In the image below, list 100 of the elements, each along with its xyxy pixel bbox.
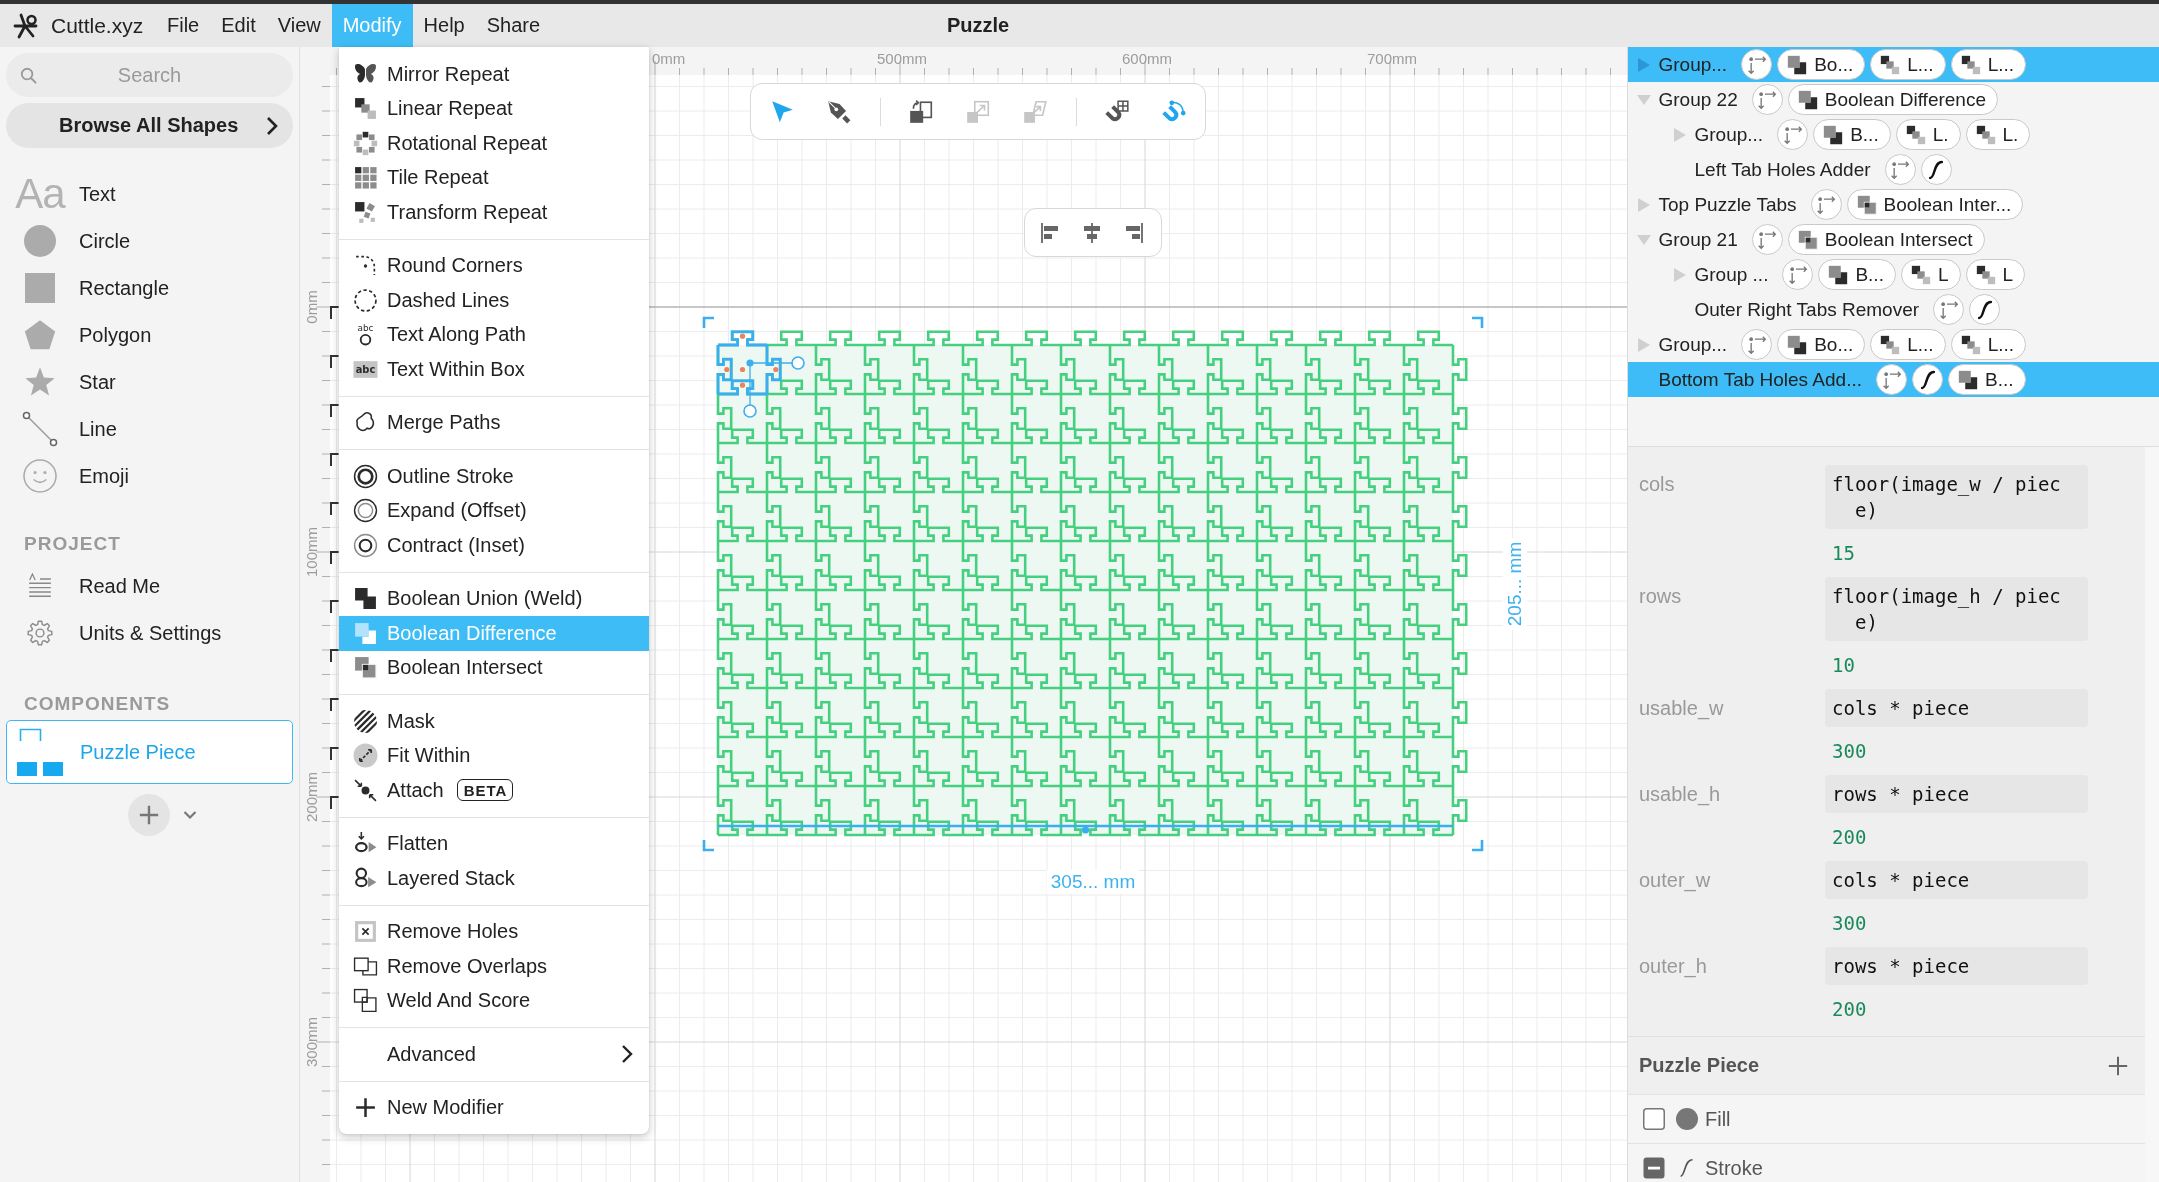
- menu-item[interactable]: Dashed Lines: [339, 283, 649, 318]
- menu-button[interactable]: File: [156, 4, 211, 47]
- menu-item[interactable]: Merge Paths: [339, 405, 649, 440]
- shape-item[interactable]: Aa Text: [6, 170, 293, 218]
- modifier-chip[interactable]: L...: [1950, 329, 2027, 360]
- shape-item[interactable]: Circle: [6, 217, 293, 265]
- menu-button[interactable]: Edit: [210, 4, 267, 47]
- shape-item[interactable]: Line: [6, 405, 293, 453]
- layer-row[interactable]: Group 21 Boolean Intersect: [1628, 222, 2159, 257]
- layer-row[interactable]: Outer Right Tabs Remover: [1628, 292, 2159, 327]
- layer-row[interactable]: Left Tab Holes Adder: [1628, 152, 2159, 187]
- menu-item[interactable]: Linear Repeat: [339, 91, 649, 126]
- add-component-button[interactable]: [128, 794, 170, 836]
- menu-item[interactable]: Layered Stack: [339, 861, 649, 896]
- shape-item[interactable]: Rectangle: [6, 264, 293, 312]
- menu-item[interactable]: Transform Repeat: [339, 195, 649, 230]
- expression-field[interactable]: rows * piece: [1825, 775, 2088, 813]
- menu-item[interactable]: abc Text Along Path: [339, 317, 649, 352]
- expression-field[interactable]: cols * piece: [1825, 689, 2088, 727]
- checkbox[interactable]: [1643, 1157, 1665, 1179]
- expression-field[interactable]: rows * piece: [1825, 947, 2088, 985]
- modifier-chip[interactable]: [1912, 364, 1943, 395]
- modifier-chip[interactable]: [1920, 154, 1952, 185]
- layer-row[interactable]: Group... Bo... L... L...: [1628, 327, 2159, 362]
- overlapping-squares-icon: [1786, 333, 1809, 356]
- modifier-chip[interactable]: B...: [1818, 259, 1896, 290]
- modifier-chip[interactable]: B...: [1813, 119, 1891, 150]
- menu-item[interactable]: Rotational Repeat: [339, 126, 649, 161]
- modifier-chip[interactable]: L: [1900, 259, 1961, 290]
- menu-item[interactable]: Boolean Union (Weld): [339, 581, 649, 616]
- expression-field[interactable]: floor(image_w / piece): [1825, 465, 2088, 529]
- modifier-chip[interactable]: [1969, 294, 2001, 325]
- menu-item[interactable]: Weld And Score: [339, 983, 649, 1018]
- pentagon-icon: [24, 319, 56, 351]
- modifier-chip[interactable]: L...: [1950, 49, 2027, 80]
- menu-item[interactable]: Mirror Repeat: [339, 57, 649, 92]
- modifier-chip[interactable]: Boolean Difference: [1787, 84, 1998, 115]
- modifier-chip[interactable]: B...: [1948, 364, 2026, 395]
- modifier-chip[interactable]: L.: [1895, 119, 1961, 150]
- move-arrows-icon: [1890, 159, 1911, 180]
- layer-row[interactable]: Group... B... L. L.: [1628, 117, 2159, 152]
- layer-name: Left Tab Holes Adder: [1694, 158, 1871, 181]
- modifier-chip[interactable]: L...: [1870, 49, 1946, 80]
- layer-row[interactable]: Bottom Tab Holes Add... B...: [1628, 362, 2159, 397]
- menu-item[interactable]: abc Text Within Box: [339, 352, 649, 387]
- shape-item[interactable]: Polygon: [6, 311, 293, 359]
- layer-row[interactable]: Group ... B... L L: [1628, 257, 2159, 292]
- dimension-label: 205... mm: [1503, 537, 1527, 631]
- param-name: cols: [1638, 472, 1676, 497]
- menu-item[interactable]: Expand (Offset): [339, 493, 649, 528]
- x-box-icon: [353, 919, 378, 945]
- project-item[interactable]: Units & Settings: [6, 609, 293, 657]
- modifier-chip[interactable]: Boolean Intersect: [1787, 224, 1985, 255]
- ruler-label: 500mm: [877, 50, 927, 68]
- menu-item[interactable]: Flatten: [339, 826, 649, 861]
- menu-item[interactable]: Contract (Inset): [339, 528, 649, 563]
- modifier-chip[interactable]: L.: [1965, 119, 2031, 150]
- menu-item[interactable]: New Modifier: [339, 1090, 649, 1125]
- menu-item[interactable]: Round Corners: [339, 248, 649, 283]
- chevron-down-icon[interactable]: [182, 809, 198, 821]
- shape-item[interactable]: Star: [6, 358, 293, 406]
- menu-button[interactable]: View: [266, 4, 332, 47]
- plus-icon: [138, 804, 160, 826]
- stacked-frames-icon: [353, 988, 378, 1014]
- layer-row[interactable]: Group 22 Boolean Difference: [1628, 82, 2159, 117]
- menu-item[interactable]: Mask: [339, 704, 649, 739]
- browse-shapes-button[interactable]: Browse All Shapes: [6, 103, 293, 148]
- menu-item[interactable]: Advanced: [339, 1037, 649, 1072]
- search-field[interactable]: Search: [6, 53, 293, 97]
- project-item[interactable]: Read Me: [6, 562, 293, 610]
- menu-item[interactable]: Outline Stroke: [339, 459, 649, 494]
- menu-item[interactable]: Boolean Intersect: [339, 650, 649, 685]
- menu-item[interactable]: Remove Overlaps: [339, 949, 649, 984]
- layer-row[interactable]: Group... Bo... L... L...: [1628, 47, 2159, 82]
- menu-button[interactable]: Help: [412, 4, 476, 47]
- menu-item[interactable]: Remove Holes: [339, 914, 649, 949]
- overlapping-squares-icon: [1957, 368, 1979, 391]
- layer-row[interactable]: Top Puzzle Tabs Boolean Inter...: [1628, 187, 2159, 222]
- piece-handles[interactable]: [724, 333, 805, 418]
- plus-icon[interactable]: [2108, 1055, 2128, 1076]
- app-name: Cuttle.xyz: [51, 13, 144, 38]
- expression-field[interactable]: cols * piece: [1825, 861, 2088, 899]
- layer-name: Group 21: [1658, 228, 1738, 251]
- scattered-squares-icon: [353, 199, 378, 225]
- text-lines-icon: [27, 573, 53, 599]
- modifier-chip[interactable]: L...: [1870, 329, 1946, 360]
- modifier-chip[interactable]: Bo...: [1777, 49, 1866, 80]
- menu-item[interactable]: Fit Within: [339, 738, 649, 773]
- modifier-chip[interactable]: Bo...: [1777, 329, 1866, 360]
- menu-item[interactable]: Tile Repeat: [339, 160, 649, 195]
- shape-item[interactable]: Emoji: [6, 452, 293, 500]
- expression-field[interactable]: floor(image_h / piece): [1825, 577, 2088, 641]
- menu-button[interactable]: Share: [475, 4, 552, 47]
- layer-name: Group 22: [1658, 88, 1738, 111]
- param-value: 10: [1832, 653, 1856, 677]
- menu-item[interactable]: Attach BETA: [339, 773, 649, 808]
- outer-ring-icon: [353, 498, 378, 524]
- modifier-chip[interactable]: L: [1965, 259, 2026, 290]
- checkbox[interactable]: [1643, 1108, 1665, 1130]
- modifier-chip[interactable]: Boolean Inter...: [1846, 189, 2024, 220]
